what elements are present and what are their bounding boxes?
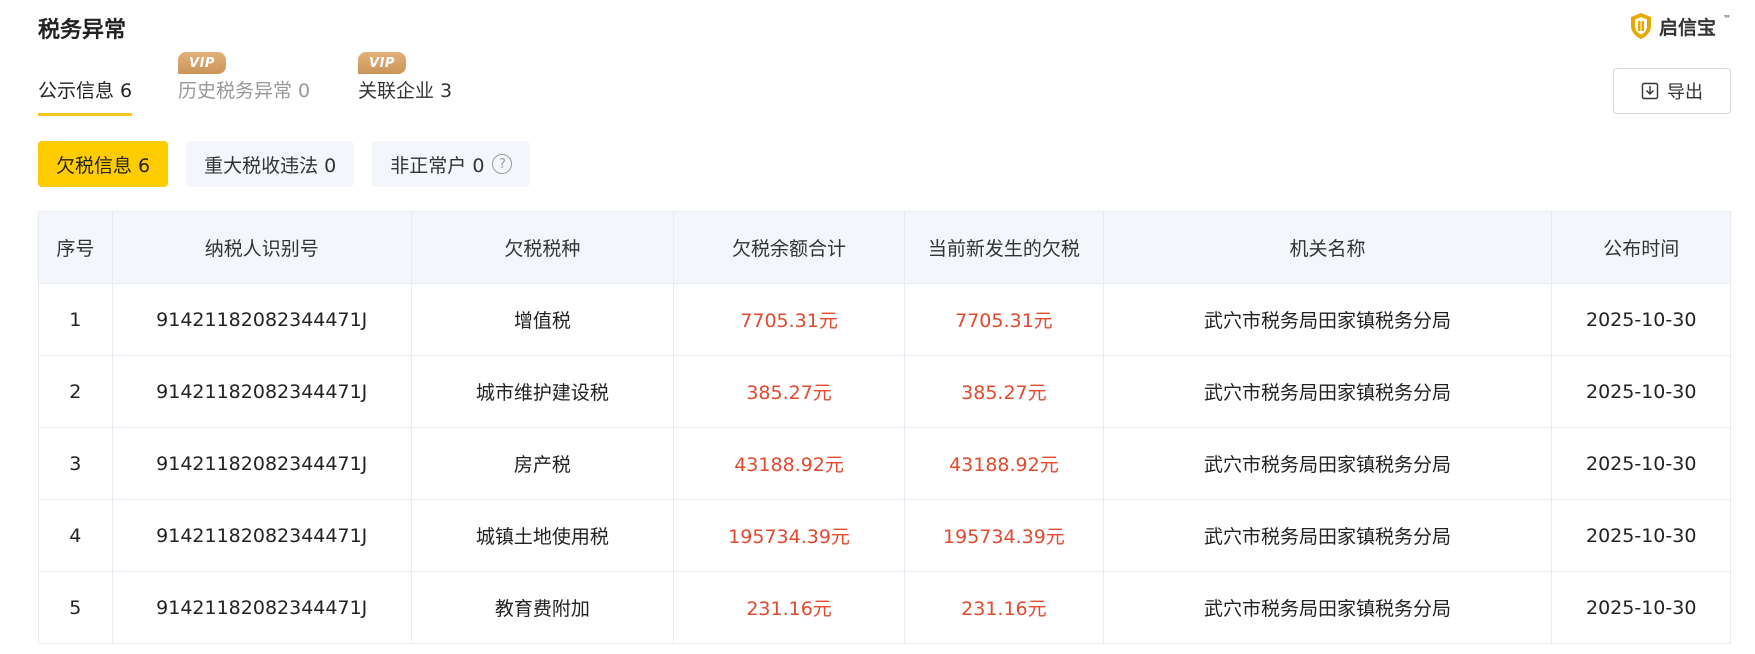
cell-arrears-balance: 385.27元 [673, 355, 906, 428]
column-header: 欠税税种 [410, 211, 675, 284]
tab-related-companies[interactable]: 关联企业 3 [358, 76, 452, 103]
cell-arrears-balance: 43188.92元 [673, 427, 906, 500]
tab-active-underline [38, 113, 133, 116]
tab-label: 关联企业 3 [358, 80, 453, 102]
tab-history-tax-abnormal[interactable]: 历史税务异常 0 [178, 76, 310, 103]
cell-authority: 武穴市税务局田家镇税务分局 [1102, 427, 1553, 500]
chip-tax-arrears[interactable]: 欠税信息 6 [38, 141, 169, 187]
table-row: 5 91421182082344471J 教育费附加 231.16元 231.1… [38, 571, 1731, 644]
export-button[interactable]: 导出 [1613, 68, 1731, 114]
cell-index: 1 [38, 283, 113, 356]
filter-chips: 欠税信息 6 重大税收违法 0 非正常户 0 ? [38, 141, 531, 187]
cell-authority: 武穴市税务局田家镇税务分局 [1102, 571, 1553, 644]
cell-taxpayer-id: 91421182082344471J [111, 427, 412, 500]
cell-publish-date: 2025-10-30 [1551, 499, 1731, 572]
cell-index: 2 [38, 355, 113, 428]
cell-index: 5 [38, 571, 113, 644]
cell-tax-type: 城镇土地使用税 [410, 499, 675, 572]
brand-logo: 启信宝 ™ [1629, 12, 1731, 40]
chip-abnormal-household[interactable]: 非正常户 0 ? [372, 141, 531, 187]
cell-publish-date: 2025-10-30 [1551, 427, 1731, 500]
help-icon[interactable]: ? [492, 154, 513, 174]
page-title: 税务异常 [38, 18, 127, 43]
column-header: 纳税人识别号 [111, 211, 412, 284]
chip-major-tax-violation[interactable]: 重大税收违法 0 [186, 141, 355, 187]
tab-public-info[interactable]: 公示信息 6 [38, 76, 133, 116]
cell-authority: 武穴市税务局田家镇税务分局 [1102, 283, 1553, 356]
vip-badge: VIP [358, 52, 406, 74]
brand-name: 启信宝 [1658, 16, 1716, 39]
column-header: 序号 [38, 211, 113, 284]
download-icon [1641, 82, 1659, 100]
table-row: 3 91421182082344471J 房产税 43188.92元 43188… [38, 427, 1731, 500]
cell-publish-date: 2025-10-30 [1551, 355, 1731, 428]
column-header: 当前新发生的欠税 [904, 211, 1104, 284]
cell-arrears-balance: 195734.39元 [673, 499, 906, 572]
cell-taxpayer-id: 91421182082344471J [111, 355, 412, 428]
cell-new-arrears: 43188.92元 [904, 427, 1104, 500]
export-label: 导出 [1667, 82, 1703, 103]
cell-taxpayer-id: 91421182082344471J [111, 571, 412, 644]
cell-index: 4 [38, 499, 113, 572]
table-row: 2 91421182082344471J 城市维护建设税 385.27元 385… [38, 355, 1731, 428]
chip-label: 重大税收违法 0 [204, 154, 337, 177]
tab-label: 公示信息 6 [38, 80, 133, 102]
cell-taxpayer-id: 91421182082344471J [111, 499, 412, 572]
cell-authority: 武穴市税务局田家镇税务分局 [1102, 499, 1553, 572]
cell-new-arrears: 231.16元 [904, 571, 1104, 644]
table-row: 4 91421182082344471J 城镇土地使用税 195734.39元 … [38, 499, 1731, 572]
cell-publish-date: 2025-10-30 [1551, 571, 1731, 644]
cell-tax-type: 增值税 [410, 283, 675, 356]
cell-authority: 武穴市税务局田家镇税务分局 [1102, 355, 1553, 428]
cell-publish-date: 2025-10-30 [1551, 283, 1731, 356]
cell-arrears-balance: 231.16元 [673, 571, 906, 644]
cell-new-arrears: 385.27元 [904, 355, 1104, 428]
shield-logo-icon [1630, 13, 1651, 39]
cell-new-arrears: 195734.39元 [904, 499, 1104, 572]
cell-index: 3 [38, 427, 113, 500]
chip-label: 欠税信息 6 [56, 154, 151, 177]
tab-label: 历史税务异常 0 [178, 80, 311, 102]
cell-taxpayer-id: 91421182082344471J [111, 283, 412, 356]
brand-trademark: ™ [1723, 13, 1731, 23]
cell-tax-type: 教育费附加 [410, 571, 675, 644]
table-row: 1 91421182082344471J 增值税 7705.31元 7705.3… [38, 283, 1731, 356]
column-header: 公布时间 [1551, 211, 1731, 284]
cell-new-arrears: 7705.31元 [904, 283, 1104, 356]
vip-badge: VIP [178, 52, 226, 74]
column-header: 欠税余额合计 [673, 211, 906, 284]
cell-tax-type: 城市维护建设税 [410, 355, 675, 428]
cell-arrears-balance: 7705.31元 [673, 283, 906, 356]
column-header: 机关名称 [1102, 211, 1553, 284]
tax-arrears-table: 序号 纳税人识别号 欠税税种 欠税余额合计 当前新发生的欠税 机关名称 公布时间… [38, 211, 1731, 644]
table-header-row: 序号 纳税人识别号 欠税税种 欠税余额合计 当前新发生的欠税 机关名称 公布时间 [38, 211, 1731, 284]
cell-tax-type: 房产税 [410, 427, 675, 500]
chip-label: 非正常户 0 [390, 154, 485, 177]
